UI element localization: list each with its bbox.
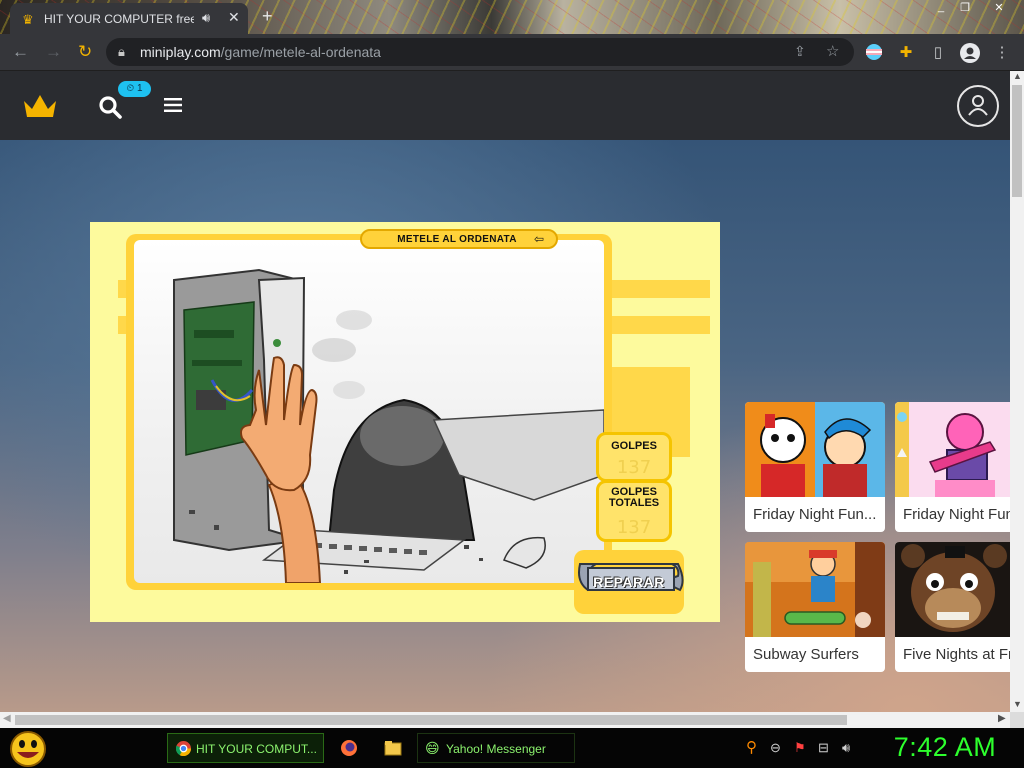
smashed-computer-scene: [173, 268, 605, 584]
side-panel-icon[interactable]: ▯: [928, 43, 948, 63]
start-button[interactable]: [8, 731, 48, 767]
game-card[interactable]: Friday Night Fun: [895, 402, 1010, 532]
address-bar[interactable]: 🔒︎ miniplay.com/game/metele-al-ordenata …: [106, 38, 854, 66]
scroll-down-icon[interactable]: ▼: [1013, 699, 1022, 709]
game-card-title: Friday Night Fun: [903, 506, 1010, 523]
file-explorer-icon[interactable]: [384, 739, 402, 757]
user-icon: [968, 95, 988, 116]
taskbar: HIT YOUR COMPUT... 😄︎ Yahoo! Messenger ⚲…: [0, 728, 1024, 768]
url-path: /game/metele-al-ordenata: [220, 44, 381, 60]
game-thumbnail: [745, 542, 885, 637]
back-arrow-icon[interactable]: ⇦: [534, 232, 544, 246]
magnifier-tray-icon[interactable]: ⚲: [746, 738, 757, 756]
scroll-up-icon[interactable]: ▲: [1013, 71, 1022, 81]
decor-stripe: [610, 316, 710, 334]
action-center-flag-icon[interactable]: ⚑: [794, 740, 806, 756]
game-canvas[interactable]: METELE AL ORDENATA ⇦ GOLPES 137 GOLPES T…: [90, 222, 720, 622]
site-header: ⏲ 1: [0, 71, 1010, 140]
decor-stripe: [610, 280, 710, 298]
volume-icon[interactable]: 🔊︎: [842, 740, 850, 756]
miniplay-crown-logo[interactable]: [22, 93, 58, 119]
game-screen[interactable]: [134, 240, 605, 584]
browser-toolbar: ← → ↻ 🔒︎ miniplay.com/game/metele-al-ord…: [0, 34, 1024, 71]
game-card[interactable]: Five Nights at Fr: [895, 542, 1010, 672]
url-host: miniplay.com: [140, 44, 221, 60]
extensions-puzzle-icon[interactable]: ✚: [896, 43, 916, 63]
tab-title: HIT YOUR COMPUTER free o: [44, 12, 194, 26]
hits-label: GOLPES: [611, 440, 657, 452]
taskbar-item-label: HIT YOUR COMPUT...: [196, 742, 317, 756]
lock-icon: 🔒︎: [118, 44, 125, 59]
repair-label: REPARAR: [593, 574, 665, 590]
browser-tab[interactable]: ♛ HIT YOUR COMPUTER free o 🔊︎ ✕: [10, 3, 248, 34]
bookmark-star-icon[interactable]: ☆: [826, 42, 839, 60]
taskbar-item-yahoo-messenger[interactable]: 😄︎ Yahoo! Messenger: [417, 733, 575, 763]
horizontal-scroll-thumb[interactable]: [15, 715, 847, 725]
taskbar-item-label: Yahoo! Messenger: [446, 742, 546, 756]
maximize-button[interactable]: ❐: [954, 1, 976, 15]
taskbar-clock[interactable]: 7:42 AM: [870, 732, 1020, 763]
total-hits-counter: GOLPES TOTALES 137: [596, 480, 672, 542]
scroll-right-icon[interactable]: ▶: [998, 713, 1006, 724]
close-tab-icon[interactable]: ✕: [228, 9, 240, 26]
speaker-icon[interactable]: 🔊︎: [202, 10, 210, 26]
total-hits-value: 137: [616, 517, 652, 538]
hamburger-menu-icon[interactable]: [164, 98, 182, 112]
game-title: METELE AL ORDENATA: [397, 234, 517, 245]
game-thumbnail: [745, 402, 885, 497]
user-account-button[interactable]: [957, 85, 999, 127]
extension-flag-icon[interactable]: [864, 43, 884, 63]
game-title-banner: METELE AL ORDENATA ⇦: [360, 229, 558, 249]
game-thumbnail: [895, 402, 1010, 497]
yahoo-messenger-icon: 😄︎: [425, 740, 440, 756]
back-icon[interactable]: ←: [12, 42, 29, 62]
taskbar-item-chrome[interactable]: HIT YOUR COMPUT...: [167, 733, 324, 763]
game-card-title: Subway Surfers: [753, 646, 859, 663]
vertical-scroll-thumb[interactable]: [1012, 85, 1022, 197]
total-hits-label: GOLPES TOTALES: [608, 486, 660, 509]
share-icon[interactable]: ⇪: [794, 43, 806, 60]
reload-icon[interactable]: ↻: [78, 42, 92, 62]
history-badge[interactable]: ⏲ 1: [118, 81, 151, 97]
browser-menu-icon[interactable]: ⋮: [992, 43, 1012, 63]
firefox-icon[interactable]: [340, 739, 358, 757]
horizontal-scrollbar[interactable]: ◀ ▶: [0, 712, 1010, 728]
new-tab-button[interactable]: +: [262, 6, 273, 27]
game-card-title: Five Nights at Fr: [903, 646, 1010, 663]
web-page: ⏲ 1 METELE AL ORDENATA ⇦ GOLPES 137 GOLP…: [0, 71, 1010, 712]
close-window-button[interactable]: ✕: [988, 1, 1010, 15]
hits-counter: GOLPES 137: [596, 432, 672, 482]
status-tray-icon[interactable]: ⊖: [770, 740, 781, 756]
crown-icon: ♛: [22, 12, 34, 27]
game-card[interactable]: Subway Surfers: [745, 542, 885, 672]
network-icon[interactable]: ⊟: [818, 740, 829, 756]
browser-titlebar: ♛ HIT YOUR COMPUTER free o 🔊︎ ✕ + _ ❐ ✕: [0, 0, 1024, 34]
game-card[interactable]: Friday Night Fun...: [745, 402, 885, 532]
search-icon[interactable]: [98, 95, 122, 119]
forward-icon[interactable]: →: [45, 42, 62, 62]
scroll-left-icon[interactable]: ◀: [3, 713, 11, 724]
game-thumbnail: [895, 542, 1010, 637]
scrollbar-corner: [1010, 712, 1024, 728]
vertical-scrollbar[interactable]: ▲ ▼: [1010, 71, 1024, 712]
minimize-button[interactable]: _: [930, 1, 952, 15]
chrome-icon: [176, 741, 191, 756]
hits-value: 137: [616, 457, 652, 478]
url-text[interactable]: miniplay.com/game/metele-al-ordenata: [140, 44, 381, 60]
profile-icon[interactable]: [960, 43, 980, 63]
repair-button[interactable]: REPARAR: [574, 550, 684, 614]
game-card-title: Friday Night Fun...: [753, 506, 877, 523]
